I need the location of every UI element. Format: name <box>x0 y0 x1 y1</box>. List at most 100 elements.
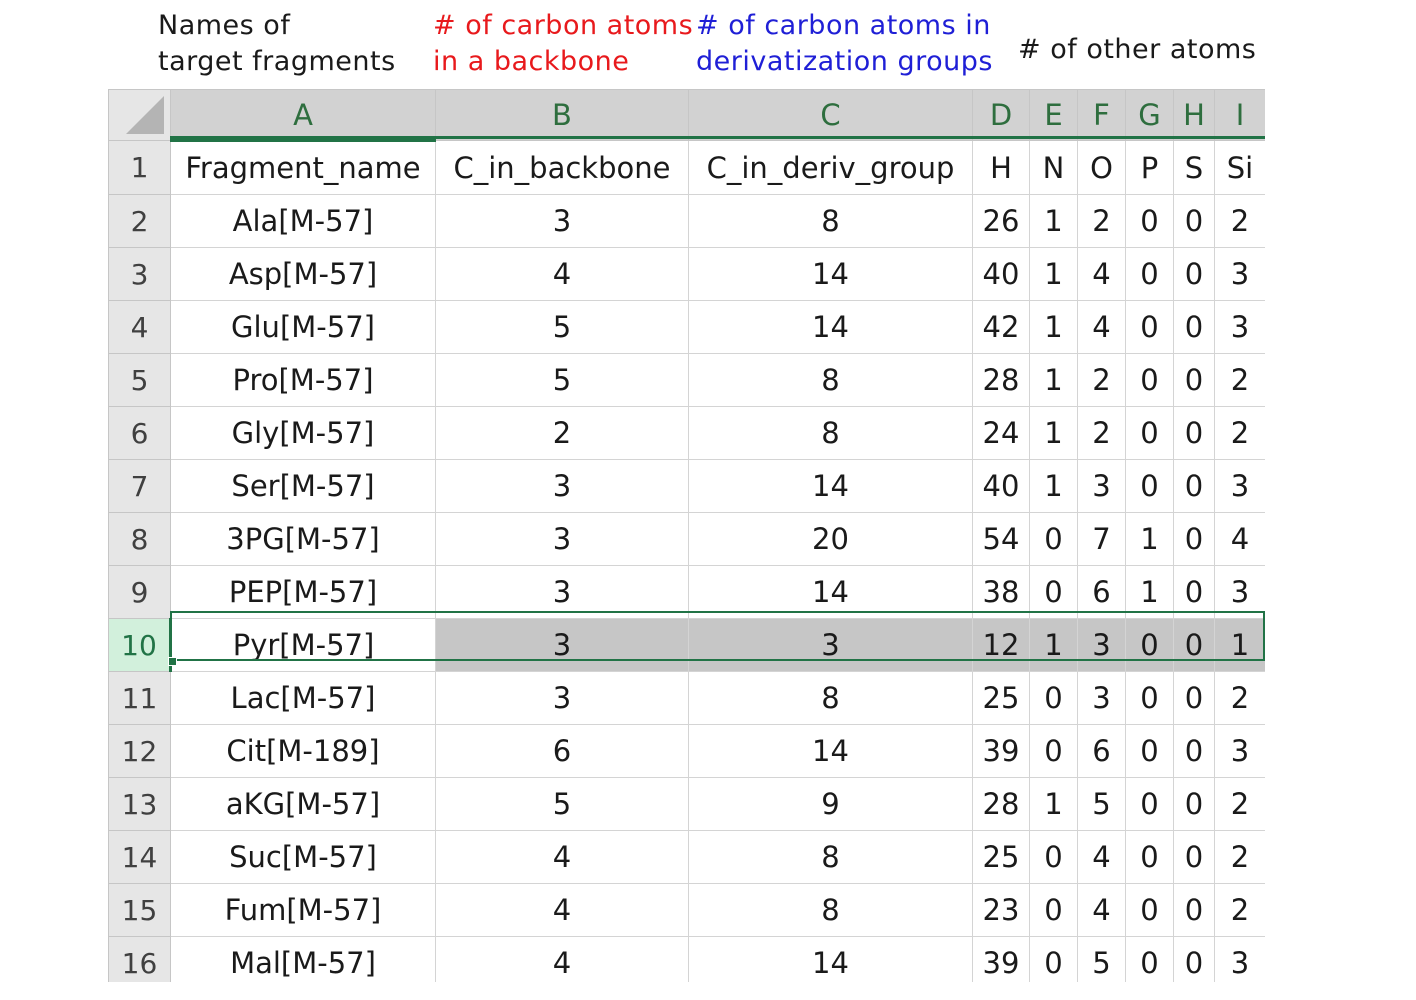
cell-a[interactable]: aKG[M-57] <box>170 777 436 831</box>
cell-g[interactable]: 0 <box>1125 406 1174 460</box>
cell-h[interactable]: 0 <box>1173 671 1215 725</box>
cell-e[interactable]: 0 <box>1029 512 1078 566</box>
cell-a[interactable]: 3PG[M-57] <box>170 512 436 566</box>
column-header-b[interactable]: B <box>435 89 689 141</box>
cell-i[interactable]: 3 <box>1214 724 1265 778</box>
cell-d[interactable]: 54 <box>972 512 1030 566</box>
cell-a[interactable]: Fum[M-57] <box>170 883 436 937</box>
cell-d[interactable]: 39 <box>972 936 1030 982</box>
cell-a[interactable]: Glu[M-57] <box>170 300 436 354</box>
cell-b[interactable]: 4 <box>435 247 689 301</box>
cell-g[interactable]: 0 <box>1125 618 1174 672</box>
cell-e[interactable]: N <box>1029 140 1078 195</box>
cell-b[interactable]: 2 <box>435 406 689 460</box>
cell-c[interactable]: 14 <box>688 724 973 778</box>
cell-e[interactable]: 1 <box>1029 406 1078 460</box>
column-header-h[interactable]: H <box>1173 89 1215 141</box>
cell-g[interactable]: P <box>1125 140 1174 195</box>
row-header[interactable]: 2 <box>108 194 171 248</box>
cell-e[interactable]: 1 <box>1029 194 1078 248</box>
cell-g[interactable]: 0 <box>1125 459 1174 513</box>
column-header-g[interactable]: G <box>1125 89 1174 141</box>
row-header[interactable]: 8 <box>108 512 171 566</box>
cell-f[interactable]: 3 <box>1077 671 1126 725</box>
cell-b[interactable]: 4 <box>435 936 689 982</box>
cell-a[interactable]: Gly[M-57] <box>170 406 436 460</box>
cell-b[interactable]: 3 <box>435 512 689 566</box>
cell-g[interactable]: 0 <box>1125 777 1174 831</box>
cell-i[interactable]: 2 <box>1214 883 1265 937</box>
cell-e[interactable]: 0 <box>1029 724 1078 778</box>
cell-f[interactable]: 2 <box>1077 406 1126 460</box>
cell-g[interactable]: 0 <box>1125 883 1174 937</box>
cell-g[interactable]: 0 <box>1125 830 1174 884</box>
cell-f[interactable]: 4 <box>1077 883 1126 937</box>
cell-a[interactable]: Lac[M-57] <box>170 671 436 725</box>
row-header[interactable]: 16 <box>108 936 171 982</box>
cell-f[interactable]: 6 <box>1077 724 1126 778</box>
cell-f[interactable]: O <box>1077 140 1126 195</box>
cell-b[interactable]: 6 <box>435 724 689 778</box>
cell-g[interactable]: 0 <box>1125 936 1174 982</box>
cell-i[interactable]: 3 <box>1214 300 1265 354</box>
cell-c[interactable]: 3 <box>688 618 973 672</box>
column-header-i[interactable]: I <box>1214 89 1265 141</box>
cell-g[interactable]: 0 <box>1125 353 1174 407</box>
cell-c[interactable]: 8 <box>688 671 973 725</box>
column-header-d[interactable]: D <box>972 89 1030 141</box>
cell-e[interactable]: 1 <box>1029 247 1078 301</box>
cell-i[interactable]: 2 <box>1214 406 1265 460</box>
cell-d[interactable]: 26 <box>972 194 1030 248</box>
cell-g[interactable]: 0 <box>1125 671 1174 725</box>
cell-e[interactable]: 0 <box>1029 671 1078 725</box>
cell-c[interactable]: 9 <box>688 777 973 831</box>
row-header[interactable]: 5 <box>108 353 171 407</box>
cell-d[interactable]: 38 <box>972 565 1030 619</box>
cell-f[interactable]: 5 <box>1077 936 1126 982</box>
cell-h[interactable]: 0 <box>1173 353 1215 407</box>
row-header[interactable]: 6 <box>108 406 171 460</box>
cell-f[interactable]: 2 <box>1077 194 1126 248</box>
cell-e[interactable]: 1 <box>1029 459 1078 513</box>
cell-c[interactable]: C_in_deriv_group <box>688 140 973 195</box>
cell-a[interactable]: PEP[M-57] <box>170 565 436 619</box>
cell-h[interactable]: 0 <box>1173 406 1215 460</box>
column-header-f[interactable]: F <box>1077 89 1126 141</box>
cell-e[interactable]: 1 <box>1029 618 1078 672</box>
cell-b[interactable]: 4 <box>435 883 689 937</box>
cell-e[interactable]: 1 <box>1029 353 1078 407</box>
column-header-e[interactable]: E <box>1029 89 1078 141</box>
cell-d[interactable]: 25 <box>972 671 1030 725</box>
cell-c[interactable]: 14 <box>688 936 973 982</box>
cell-h[interactable]: 0 <box>1173 777 1215 831</box>
cell-d[interactable]: 28 <box>972 777 1030 831</box>
cell-d[interactable]: 40 <box>972 247 1030 301</box>
cell-c[interactable]: 14 <box>688 300 973 354</box>
cell-d[interactable]: 23 <box>972 883 1030 937</box>
cell-a[interactable]: Fragment_name <box>170 140 436 195</box>
cell-i[interactable]: 2 <box>1214 353 1265 407</box>
cell-h[interactable]: 0 <box>1173 459 1215 513</box>
row-header[interactable]: 4 <box>108 300 171 354</box>
cell-d[interactable]: 42 <box>972 300 1030 354</box>
column-header-c[interactable]: C <box>688 89 973 141</box>
row-header[interactable]: 14 <box>108 830 171 884</box>
cell-h[interactable]: S <box>1173 140 1215 195</box>
cell-h[interactable]: 0 <box>1173 512 1215 566</box>
cell-g[interactable]: 0 <box>1125 247 1174 301</box>
cell-b[interactable]: 3 <box>435 459 689 513</box>
cell-a[interactable]: Cit[M-189] <box>170 724 436 778</box>
cell-f[interactable]: 3 <box>1077 459 1126 513</box>
cell-g[interactable]: 1 <box>1125 512 1174 566</box>
cell-h[interactable]: 0 <box>1173 300 1215 354</box>
cell-c[interactable]: 14 <box>688 247 973 301</box>
cell-a[interactable]: Pyr[M-57] <box>170 618 436 672</box>
cell-c[interactable]: 8 <box>688 883 973 937</box>
cell-h[interactable]: 0 <box>1173 247 1215 301</box>
cell-g[interactable]: 0 <box>1125 194 1174 248</box>
cell-i[interactable]: 3 <box>1214 565 1265 619</box>
cell-g[interactable]: 1 <box>1125 565 1174 619</box>
cell-f[interactable]: 4 <box>1077 300 1126 354</box>
cell-i[interactable]: Si <box>1214 140 1265 195</box>
cell-e[interactable]: 0 <box>1029 830 1078 884</box>
